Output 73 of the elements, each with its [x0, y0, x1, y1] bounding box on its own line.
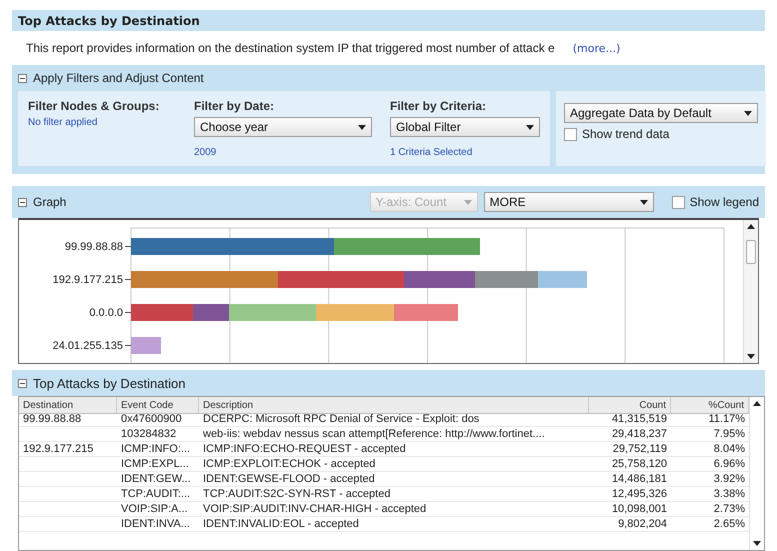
- scrollbar[interactable]: [743, 220, 758, 363]
- criteria-select[interactable]: Global Filter: [390, 117, 540, 137]
- filter-value: No filter applied: [28, 117, 98, 128]
- checkbox[interactable]: [564, 128, 577, 140]
- table-cell: 10,098,001: [589, 502, 671, 517]
- filter-value: 1 Criteria Selected: [390, 147, 474, 158]
- collapse-toggle[interactable]: [18, 378, 27, 388]
- column-header[interactable]: %Count: [671, 397, 749, 414]
- minus-icon: [20, 76, 25, 80]
- scrollbar-thumb[interactable]: [746, 240, 756, 264]
- table-cell: IDENT:INVALID:EOL - accepted: [199, 517, 589, 532]
- checkbox-label: Show legend: [690, 195, 759, 209]
- table-cell: 29,418,237: [589, 427, 671, 442]
- table-cell: 0x47600900: [117, 412, 199, 427]
- caret-icon: [747, 354, 755, 359]
- checkbox[interactable]: [672, 196, 685, 208]
- table-cell: 25,758,120: [589, 457, 671, 472]
- filter-value: 2009: [194, 147, 218, 158]
- minus-icon: [20, 380, 25, 386]
- table-cell: ICMP:EXPLOIT:ECHOK - accepted: [199, 457, 589, 472]
- minus-icon: [20, 200, 25, 204]
- table-cell: TCP:AUDIT:...: [117, 487, 199, 502]
- table-cell: IDENT:GEWSE-FLOOD - accepted: [199, 472, 589, 487]
- filter-label: Filter by Date:: [194, 99, 276, 113]
- collapse-toggle[interactable]: [18, 198, 27, 206]
- table-cell: 14,486,181: [589, 472, 671, 487]
- column-header[interactable]: Event Code: [117, 397, 199, 414]
- table-cell: 99.99.88.88: [19, 412, 117, 427]
- collapse-toggle[interactable]: [18, 74, 27, 82]
- column-header[interactable]: Count: [589, 397, 671, 414]
- column-header[interactable]: Description: [199, 397, 589, 414]
- table-cell: IDENT:GEW...: [117, 472, 199, 487]
- report-description: This report provides information on the destination system IP that triggered most number of attack e: [26, 41, 555, 55]
- table-cell: web-iis: webdav nessus scan attempt[Reference: http://www.fortinet....: [199, 427, 589, 442]
- table-cell: 12,495,326: [589, 487, 671, 502]
- caret-icon: [640, 200, 648, 204]
- table-cell: IDENT:INVA...: [117, 517, 199, 532]
- filter-label: Filter by Criteria:: [390, 99, 488, 113]
- column-header[interactable]: Destination: [19, 397, 117, 414]
- table-cell: 9,802,204: [589, 517, 671, 532]
- section-title: Apply Filters and Adjust Content: [33, 71, 204, 85]
- section-title: Graph: [33, 195, 66, 209]
- bar-label: 0.0.0.0: [88, 306, 123, 318]
- caret-icon: [744, 110, 752, 116]
- table-cell: 103284832: [117, 427, 199, 442]
- table-cell: DCERPC: Microsoft RPC Denial of Service - Exploit: dos: [199, 412, 589, 427]
- table-cell: 192.9.177.215: [19, 442, 117, 457]
- table-cell: TCP:AUDIT:S2C-SYN-RST - accepted: [199, 487, 589, 502]
- bar-label: 192.9.177.215: [52, 274, 123, 286]
- more-link[interactable]: (more...): [572, 42, 620, 54]
- caret-icon: [753, 541, 761, 546]
- bar-label: 24.01.255.135: [52, 340, 123, 352]
- year-select[interactable]: Choose year: [194, 117, 372, 137]
- bar-label: 99.99.88.88: [64, 240, 123, 252]
- checkbox-label: Show trend data: [582, 127, 670, 141]
- caret-icon: [753, 401, 761, 406]
- table-cell: 29,752,119: [589, 442, 671, 457]
- report-title: Top Attacks by Destination: [12, 10, 765, 31]
- table-cell: 41,315,519: [589, 412, 671, 427]
- caret-icon: [464, 200, 472, 204]
- caret-icon: [358, 124, 366, 130]
- table-cell: ICMP:INFO:...: [117, 442, 199, 457]
- table-cell: VOIP:SIP:A...: [117, 502, 199, 517]
- caret-icon: [747, 224, 755, 229]
- scrollbar[interactable]: [749, 397, 764, 550]
- table-cell: ICMP:INFO:ECHO-REQUEST - accepted: [199, 442, 589, 457]
- filter-label: Filter Nodes & Groups:: [28, 99, 160, 113]
- table-cell: ICMP:EXPL...: [117, 457, 199, 472]
- aggregate-select[interactable]: Aggregate Data by Default: [564, 103, 758, 123]
- table-cell: VOIP:SIP:AUDIT:INV-CHAR-HIGH - accepted: [199, 502, 589, 517]
- more-select[interactable]: MORE: [484, 192, 654, 212]
- caret-icon: [526, 124, 534, 130]
- section-title: Top Attacks by Destination: [33, 376, 186, 390]
